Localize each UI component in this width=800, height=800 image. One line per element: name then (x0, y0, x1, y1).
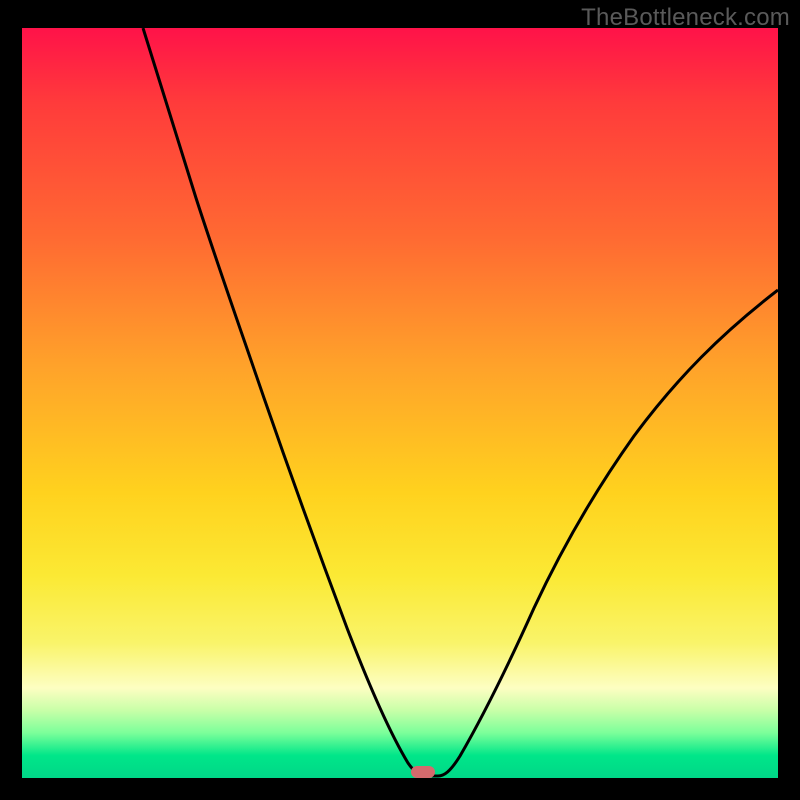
bottleneck-curve-svg (22, 28, 778, 778)
min-marker (411, 766, 435, 778)
plot-area (22, 28, 778, 778)
chart-frame: TheBottleneck.com (0, 0, 800, 800)
bottleneck-curve-path (143, 28, 778, 776)
watermark-label: TheBottleneck.com (581, 4, 790, 32)
